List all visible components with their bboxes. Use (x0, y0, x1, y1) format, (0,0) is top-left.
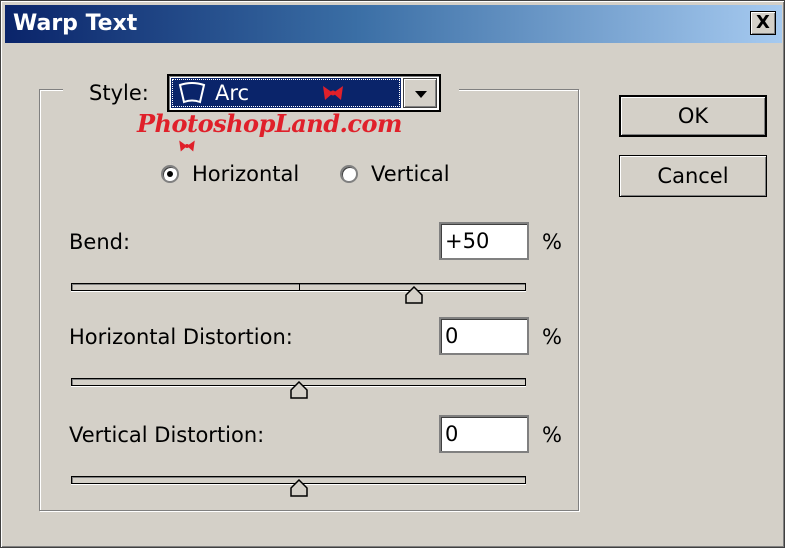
cancel-button[interactable]: Cancel (619, 155, 767, 197)
vertical-radio-label[interactable]: Vertical (371, 161, 450, 187)
bend-slider-track[interactable] (71, 283, 526, 291)
horizontal-radio[interactable] (161, 165, 179, 183)
ok-button[interactable]: OK (619, 95, 767, 137)
vertical-distortion-unit: % (542, 423, 562, 447)
bow-icon (323, 86, 343, 100)
watermark-text: PhotoshopLand.com (137, 109, 402, 138)
vertical-distortion-slider-thumb[interactable] (289, 479, 309, 497)
style-dropdown[interactable]: Arc (167, 74, 441, 112)
dropdown-button[interactable] (403, 78, 437, 108)
horizontal-distortion-label: Horizontal Distortion: (69, 325, 293, 349)
vertical-distortion-input[interactable]: 0 (439, 415, 529, 453)
style-label: Style: (89, 81, 149, 105)
bend-label: Bend: (69, 230, 131, 254)
style-value-text: Arc (215, 81, 250, 105)
warp-text-dialog: Warp Text X Style: Arc PhotoshopLand.com… (0, 0, 785, 548)
title-bar[interactable]: Warp Text X (5, 5, 782, 43)
bow-icon (179, 140, 195, 152)
horizontal-distortion-slider-thumb[interactable] (289, 381, 309, 399)
bend-slider-thumb[interactable] (404, 286, 424, 304)
close-button[interactable]: X (750, 11, 776, 35)
chevron-down-icon (415, 91, 427, 98)
style-selected-value[interactable]: Arc (171, 78, 401, 108)
vertical-distortion-label: Vertical Distortion: (69, 423, 265, 447)
horizontal-distortion-input[interactable]: 0 (439, 317, 529, 355)
vertical-radio[interactable] (340, 165, 358, 183)
window-title: Warp Text (13, 11, 138, 36)
slider-center-tick (299, 283, 300, 291)
bend-unit: % (542, 230, 562, 254)
horizontal-radio-label[interactable]: Horizontal (192, 161, 299, 187)
radio-selected-dot (167, 171, 173, 177)
horizontal-distortion-unit: % (542, 325, 562, 349)
bend-input[interactable]: +50 (439, 222, 529, 260)
arc-icon (178, 82, 206, 104)
